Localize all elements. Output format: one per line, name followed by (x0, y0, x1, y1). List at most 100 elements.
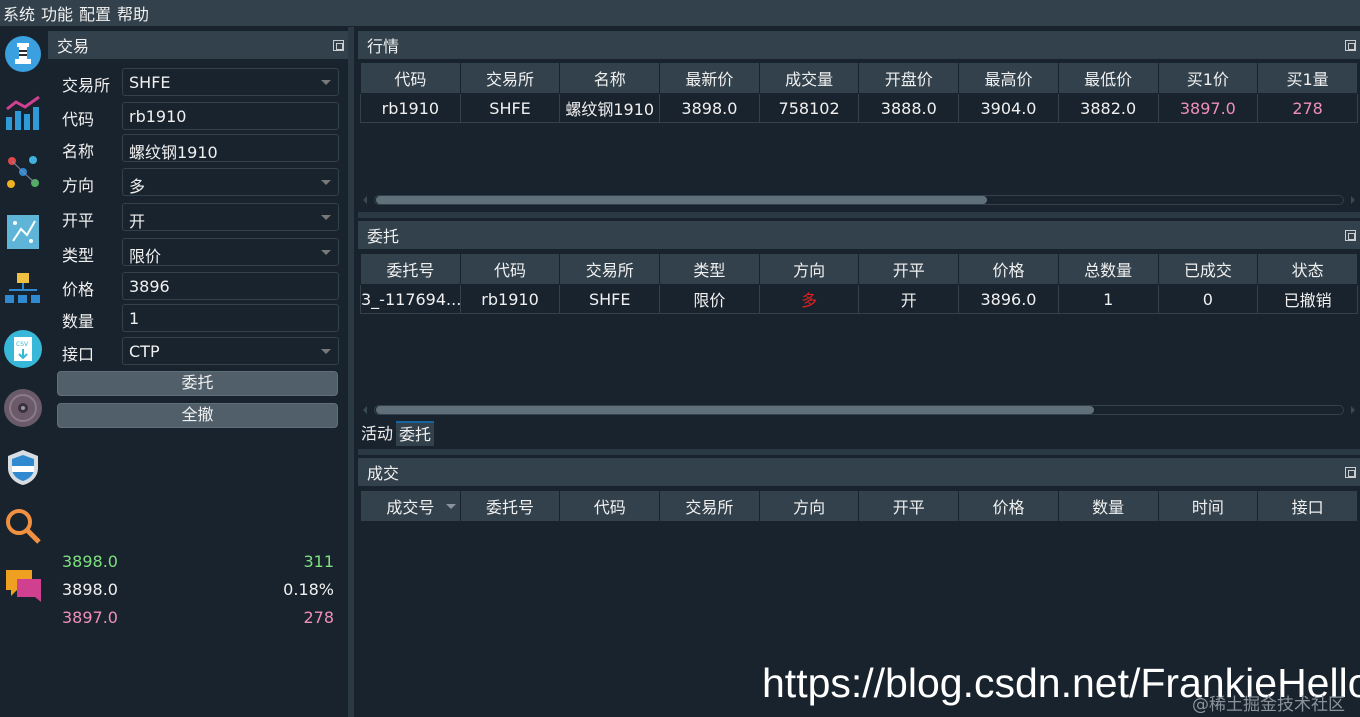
scroll-left-icon[interactable] (363, 196, 367, 204)
orders-col-header[interactable]: 开平 (858, 253, 960, 285)
offset-row: 开平 开 (48, 202, 348, 232)
name-input[interactable]: 螺纹钢1910 (122, 134, 339, 162)
menu-config[interactable]: 配置 (76, 1, 114, 25)
symbol-label: 代码 (62, 110, 95, 129)
table-cell: 3904.0 (958, 93, 1059, 123)
network-icon[interactable] (3, 270, 43, 310)
tab-orders[interactable]: 委托 (396, 421, 435, 446)
table-cell: 3_-117694... (360, 284, 461, 314)
trades-title: 成交 (367, 464, 400, 483)
table-header: 代码 交易所 名称 最新价 成交量 开盘价 最高价 最低价 买1价 买1量 (360, 62, 1358, 94)
price-label: 价格 (62, 280, 95, 299)
trades-col-header[interactable]: 代码 (559, 490, 661, 522)
market-col-header[interactable]: 成交量 (758, 62, 860, 94)
scatter-icon[interactable] (3, 152, 43, 192)
market-col-header[interactable]: 买1量 (1257, 62, 1358, 94)
orders-col-header[interactable]: 代码 (459, 253, 561, 285)
orders-col-header[interactable]: 价格 (958, 253, 1059, 285)
quote-line-bid: 3897.0 278 (62, 608, 334, 627)
shield-icon[interactable] (3, 447, 43, 487)
splitter-left[interactable] (348, 27, 354, 717)
scroll-right-icon[interactable] (1351, 406, 1355, 414)
volume-input[interactable]: 1 (122, 304, 339, 332)
market-col-header[interactable]: 开盘价 (858, 62, 960, 94)
market-col-header[interactable]: 买1价 (1157, 62, 1259, 94)
scroll-thumb[interactable] (376, 196, 987, 204)
table-cell: 3897.0 (1157, 93, 1259, 123)
market-col-header[interactable]: 最高价 (958, 62, 1059, 94)
orders-col-header[interactable]: 类型 (659, 253, 760, 285)
sort-down-icon (445, 504, 456, 509)
gateway-label: 接口 (62, 345, 95, 364)
market-title: 行情 (367, 37, 400, 56)
market-col-header[interactable]: 最低价 (1057, 62, 1159, 94)
menu-help[interactable]: 帮助 (114, 1, 152, 25)
send-order-button[interactable]: 委托 (57, 371, 338, 396)
direction-label: 方向 (62, 176, 95, 195)
trade-dock-title: 交易 (48, 31, 348, 59)
trades-col-header[interactable]: 价格 (958, 490, 1059, 522)
strategy-icon[interactable] (3, 211, 43, 251)
gateway-combo[interactable]: CTP (122, 337, 339, 365)
search-icon[interactable] (3, 506, 43, 546)
gateway-row: 接口 CTP (48, 336, 348, 366)
orders-col-header[interactable]: 已成交 (1157, 253, 1259, 285)
chess-rook-icon[interactable] (3, 34, 43, 74)
float-icon[interactable] (1345, 229, 1356, 241)
csv-icon[interactable]: CSV (3, 329, 43, 369)
float-icon[interactable] (1345, 39, 1356, 51)
tab-active[interactable]: 活动 (358, 421, 396, 446)
table-row[interactable]: rb1910 SHFE 螺纹钢1910 3898.0 758102 3888.0 3904.… (360, 93, 1358, 123)
trades-col-header[interactable]: 接口 (1257, 490, 1358, 522)
menu-system[interactable]: 系统 (0, 1, 38, 25)
market-col-header[interactable]: 名称 (559, 62, 661, 94)
direction-combo[interactable]: 多 (122, 168, 339, 196)
scroll-thumb[interactable] (376, 406, 1094, 414)
splitter-h2[interactable] (358, 449, 1360, 455)
symbol-input[interactable]: rb1910 (122, 102, 339, 130)
orders-col-header[interactable]: 总数量 (1057, 253, 1159, 285)
float-icon[interactable] (333, 39, 344, 51)
table-cell: 多 (758, 284, 860, 314)
exchange-combo[interactable]: SHFE (122, 68, 339, 96)
trades-col-header[interactable]: 交易所 (659, 490, 760, 522)
table-cell: 限价 (659, 284, 760, 314)
offset-combo[interactable]: 开 (122, 203, 339, 231)
orders-col-header[interactable]: 交易所 (559, 253, 661, 285)
scroll-right-icon[interactable] (1351, 196, 1355, 204)
market-col-header[interactable]: 最新价 (659, 62, 760, 94)
trades-col-header[interactable]: 方向 (758, 490, 860, 522)
trades-col-header[interactable]: 时间 (1157, 490, 1259, 522)
orders-col-header[interactable]: 委托号 (360, 253, 461, 285)
table-cell: 758102 (758, 93, 860, 123)
trades-col-header[interactable]: 委托号 (459, 490, 561, 522)
price-input[interactable]: 3896 (122, 272, 339, 300)
order-type-combo[interactable]: 限价 (122, 238, 339, 266)
trades-col-header[interactable]: 开平 (858, 490, 960, 522)
market-col-header[interactable]: 交易所 (459, 62, 561, 94)
trades-dock-title: 成交 (358, 458, 1360, 486)
record-disc-icon[interactable] (3, 388, 43, 428)
offset-label: 开平 (62, 211, 95, 230)
trades-col-header[interactable]: 成交号 (360, 490, 461, 522)
chat-icon[interactable] (3, 565, 43, 605)
market-scrollbar[interactable] (360, 193, 1358, 207)
market-col-header[interactable]: 代码 (360, 62, 461, 94)
menu-function[interactable]: 功能 (38, 1, 76, 25)
bar-chart-icon[interactable] (3, 93, 43, 133)
chevron-down-icon (321, 180, 331, 185)
orders-scrollbar[interactable] (360, 403, 1358, 417)
market-dock-title: 行情 (358, 31, 1360, 59)
orders-table: 委托号 代码 交易所 类型 方向 开平 价格 总数量 已成交 状态 3_-117694... rb1… (360, 253, 1358, 314)
trades-col-header[interactable]: 数量 (1057, 490, 1159, 522)
cancel-all-button[interactable]: 全撤 (57, 403, 338, 428)
exchange-row: 交易所 SHFE (48, 67, 348, 97)
orders-title: 委托 (367, 227, 400, 246)
dock-tabs: 活动 委托 (358, 421, 435, 447)
orders-col-header[interactable]: 状态 (1257, 253, 1358, 285)
scroll-left-icon[interactable] (363, 406, 367, 414)
splitter-h1[interactable] (358, 212, 1360, 218)
float-icon[interactable] (1345, 466, 1356, 478)
table-row[interactable]: 3_-117694... rb1910 SHFE 限价多开 3896.0 1 0 已撤销 (360, 284, 1358, 314)
orders-col-header[interactable]: 方向 (758, 253, 860, 285)
